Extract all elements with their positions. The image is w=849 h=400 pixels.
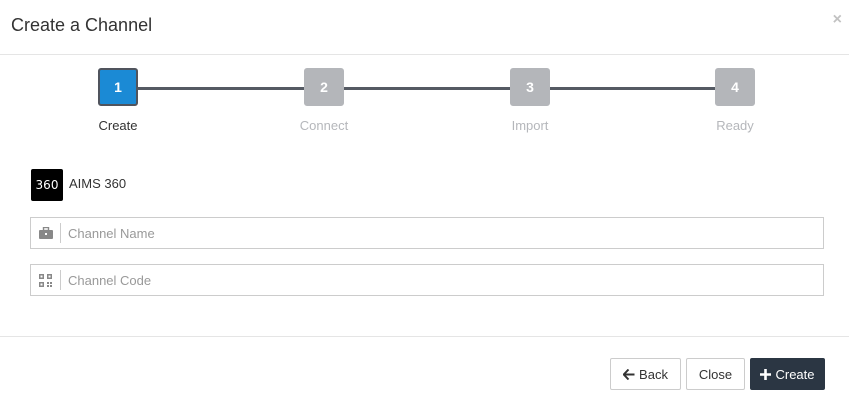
arrow-left-icon	[623, 368, 635, 380]
close-button[interactable]: Close	[686, 358, 745, 390]
step-connector	[138, 87, 304, 90]
create-button[interactable]: Create	[750, 358, 825, 390]
step-label-create: Create	[98, 118, 138, 133]
logo-graphic: 360	[36, 178, 59, 192]
aims360-logo: 360	[31, 169, 63, 201]
logo-text: 360	[36, 178, 59, 192]
close-icon[interactable]: ×	[833, 12, 842, 28]
step-1-create[interactable]: 1	[98, 68, 138, 106]
step-number: 4	[731, 79, 739, 95]
briefcase-icon	[31, 223, 61, 243]
plus-icon	[760, 368, 772, 380]
step-number: 1	[114, 79, 122, 95]
step-number: 3	[526, 79, 534, 95]
modal-header: Create a Channel ×	[0, 0, 849, 55]
channel-name-input[interactable]	[61, 219, 823, 247]
back-button-label: Back	[639, 366, 668, 382]
brand-name: AIMS 360	[69, 176, 127, 191]
step-4-ready[interactable]: 4	[715, 68, 755, 106]
modal-footer: Back Close Create	[0, 336, 849, 400]
step-label-import: Import	[511, 118, 549, 133]
step-label-connect: Connect	[299, 118, 349, 133]
modal-title: Create a Channel	[11, 15, 153, 35]
back-button[interactable]: Back	[610, 358, 681, 390]
stepper: 1 Create 2 Connect 3 Import 4 Ready	[0, 68, 849, 138]
channel-code-group	[30, 264, 824, 296]
channel-code-input[interactable]	[61, 266, 823, 294]
step-label-ready: Ready	[716, 118, 754, 133]
step-3-import[interactable]: 3	[510, 68, 550, 106]
step-2-connect[interactable]: 2	[304, 68, 344, 106]
close-button-label: Close	[698, 366, 733, 382]
step-connector	[550, 87, 715, 90]
step-connector	[344, 87, 510, 90]
qrcode-icon	[31, 270, 61, 290]
step-number: 2	[320, 79, 328, 95]
channel-name-group	[30, 217, 824, 249]
create-button-label: Create	[775, 366, 815, 382]
